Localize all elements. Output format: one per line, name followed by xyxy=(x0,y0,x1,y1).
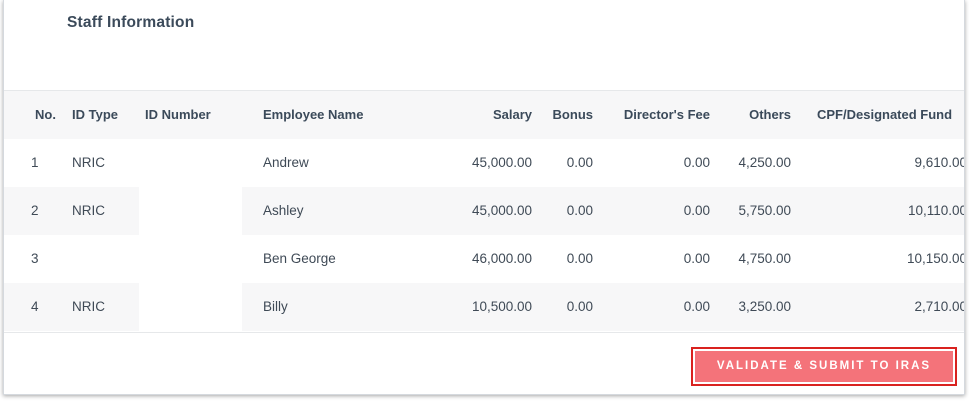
cell-id-type xyxy=(72,235,142,283)
cell-bonus: 0.00 xyxy=(566,251,593,266)
header-id-number: ID Number xyxy=(145,107,211,122)
validate-submit-iras-button[interactable]: VALIDATE & SUBMIT TO IRAS xyxy=(695,351,953,382)
cell-cpf: 2,710.00 xyxy=(914,299,965,314)
header-no: No. xyxy=(35,107,56,122)
cell-employee-name: Andrew xyxy=(263,155,309,170)
staff-information-card: Staff Information No. ID Type ID Number … xyxy=(3,0,965,395)
cell-employee-name: Billy xyxy=(263,299,288,314)
cell-no: 4 xyxy=(31,299,39,314)
cell-no: 1 xyxy=(31,155,39,170)
table-bottom-divider xyxy=(4,332,964,333)
table-row[interactable]: 4 NRIC Billy 10,500.00 0.00 0.00 3,250.0… xyxy=(4,283,965,331)
header-id-type: ID Type xyxy=(72,107,118,122)
cell-salary: 45,000.00 xyxy=(471,203,532,218)
cell-cpf: 10,150.00 xyxy=(906,251,965,266)
submit-button-focus-outline: VALIDATE & SUBMIT TO IRAS xyxy=(691,347,957,386)
cell-no: 2 xyxy=(31,203,39,218)
cell-salary: 10,500.00 xyxy=(471,299,532,314)
cell-cpf: 10,110.00 xyxy=(907,203,965,218)
cell-others: 4,250.00 xyxy=(738,155,791,170)
staff-table: No. ID Type ID Number Employee Name Sala… xyxy=(4,90,965,331)
cell-bonus: 0.00 xyxy=(566,155,593,170)
header-bonus: Bonus xyxy=(552,107,593,122)
cell-employee-name: Ashley xyxy=(263,203,304,218)
cell-salary: 45,000.00 xyxy=(471,155,532,170)
header-cpf: CPF/Designated Fund xyxy=(817,107,953,122)
section-title: Staff Information xyxy=(67,14,195,31)
cell-others: 5,750.00 xyxy=(738,203,791,218)
cell-others: 4,750.00 xyxy=(738,251,791,266)
cell-directors-fee: 0.00 xyxy=(683,155,710,170)
cell-no: 3 xyxy=(31,251,39,266)
table-header-row: No. ID Type ID Number Employee Name Sala… xyxy=(4,90,964,139)
cell-id-type: NRIC xyxy=(72,299,105,314)
table-row[interactable]: 2 NRIC Ashley 45,000.00 0.00 0.00 5,750.… xyxy=(4,187,965,235)
header-others: Others xyxy=(749,107,791,122)
cell-id-number xyxy=(145,283,242,331)
cell-salary: 46,000.00 xyxy=(471,251,532,266)
cell-directors-fee: 0.00 xyxy=(683,203,710,218)
table-row[interactable]: 1 NRIC Andrew 45,000.00 0.00 0.00 4,250.… xyxy=(4,139,965,187)
header-employee-name: Employee Name xyxy=(263,107,364,122)
table-row[interactable]: 3 Ben George 46,000.00 0.00 0.00 4,750.0… xyxy=(4,235,965,283)
cell-directors-fee: 0.00 xyxy=(683,251,710,266)
cell-id-number xyxy=(145,187,242,235)
cell-employee-name: Ben George xyxy=(263,251,336,266)
cell-id-type: NRIC xyxy=(72,203,105,218)
header-salary: Salary xyxy=(492,107,532,122)
cell-bonus: 0.00 xyxy=(566,299,593,314)
cell-id-number xyxy=(145,139,242,187)
cell-id-type: NRIC xyxy=(72,155,105,170)
header-directors-fee: Director's Fee xyxy=(623,107,710,122)
cell-id-number xyxy=(145,235,242,283)
cell-bonus: 0.00 xyxy=(566,203,593,218)
cell-cpf: 9,610.00 xyxy=(914,155,965,170)
cell-others: 3,250.00 xyxy=(738,299,791,314)
cell-directors-fee: 0.00 xyxy=(683,299,710,314)
